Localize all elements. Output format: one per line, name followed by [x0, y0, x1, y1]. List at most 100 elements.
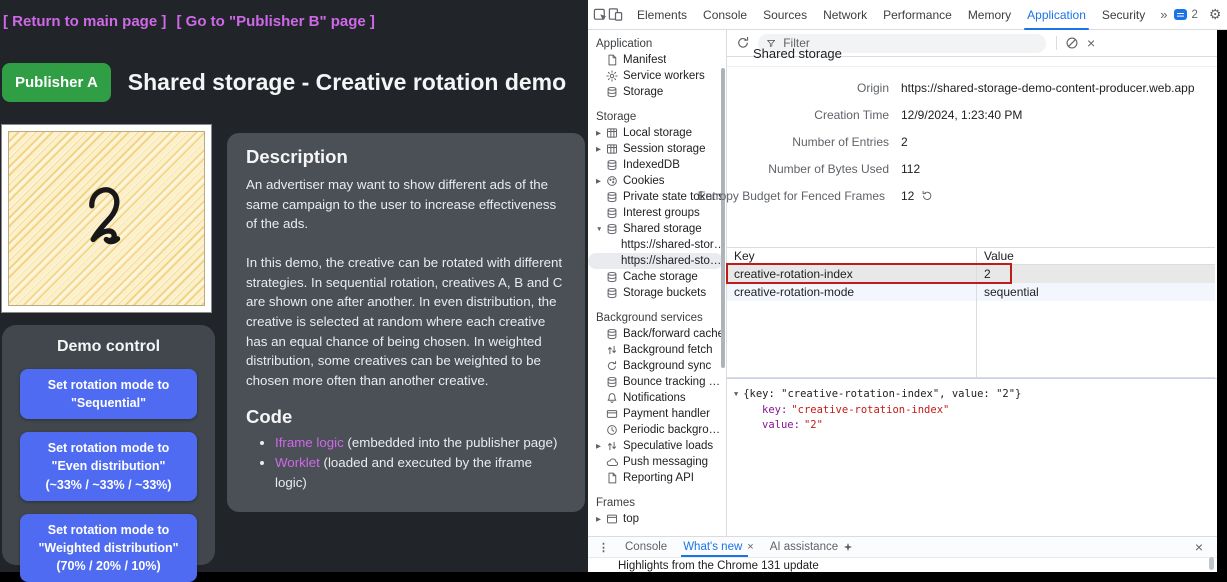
drawer-scrollbar[interactable] — [1209, 557, 1214, 570]
database-icon — [606, 271, 618, 283]
sidebar-item-shared-storage-origin-2-selected[interactable]: https://shared-storage… — [588, 253, 723, 269]
sidebar-item-periodic-background-sync[interactable]: Periodic backgroun… — [588, 422, 726, 438]
sidebar-item-cache-storage[interactable]: Cache storage — [588, 269, 726, 285]
sidebar-item-shared-storage-origin-1[interactable]: https://shared-storage… — [588, 237, 726, 253]
list-item: Iframe logic (embedded into the publishe… — [275, 433, 566, 453]
more-tabs-icon[interactable]: » — [1153, 7, 1174, 22]
inspect-element-icon[interactable] — [593, 7, 608, 22]
issues-counter[interactable]: 2 — [1174, 9, 1197, 21]
chevron-right-icon[interactable]: ▶ — [596, 177, 606, 185]
database-icon — [606, 191, 618, 203]
demo-control-panel: Demo control Set rotation mode to "Seque… — [2, 325, 215, 565]
tab-network[interactable]: Network — [815, 0, 875, 30]
device-toolbar-icon[interactable] — [608, 7, 623, 22]
demo-control-title: Demo control — [20, 338, 197, 356]
sidebar-item-manifest[interactable]: Manifest — [588, 52, 726, 68]
worklet-link[interactable]: Worklet — [275, 455, 320, 470]
table-icon — [606, 127, 618, 139]
sidebar-item-shared-storage[interactable]: ▼Shared storage — [588, 221, 726, 237]
sidebar-item-background-sync[interactable]: Background sync — [588, 358, 726, 374]
sidebar-item-push-messaging[interactable]: Push messaging — [588, 454, 726, 470]
drawer-tab-whats-new[interactable]: What's new × — [675, 537, 762, 557]
sidebar-item-reporting-api[interactable]: Reporting API — [588, 470, 726, 486]
sidebar-item-storage[interactable]: Storage — [588, 84, 726, 100]
sidebar-item-bounce-tracking[interactable]: Bounce tracking miti… — [588, 374, 726, 390]
sidebar-item-payment-handler[interactable]: Payment handler — [588, 406, 726, 422]
sidebar-item-storage-buckets[interactable]: Storage buckets — [588, 285, 726, 301]
column-divider[interactable] — [976, 248, 977, 377]
set-sequential-button[interactable]: Set rotation mode to "Sequential" — [20, 369, 197, 419]
description-panel: Description An advertiser may want to sh… — [227, 133, 585, 512]
tab-memory[interactable]: Memory — [960, 0, 1019, 30]
sidebar-item-indexeddb[interactable]: IndexedDB — [588, 157, 726, 173]
tab-application[interactable]: Application — [1019, 0, 1094, 30]
ad-creative-image — [8, 131, 205, 306]
devtools-window: Elements Console Sources Network Perform… — [588, 0, 1227, 572]
meta-value: 12/9/2024, 1:23:40 PM — [889, 108, 1227, 122]
cloud-icon — [606, 456, 618, 468]
sidebar-item-interest-groups[interactable]: Interest groups — [588, 205, 726, 221]
sidebar-item-cookies[interactable]: ▶Cookies — [588, 173, 726, 189]
meta-label: Entropy Budget for Fenced Frames — [727, 189, 889, 203]
delete-all-icon[interactable]: × — [1087, 36, 1095, 50]
drawer-tab-ai-assistance[interactable]: AI assistance — [762, 537, 861, 557]
devtools-body: Application Manifest Service workers Sto… — [588, 30, 1227, 536]
sidebar-item-background-fetch[interactable]: Background fetch — [588, 342, 726, 358]
drawer-kebab-menu-icon[interactable]: ⋮ — [598, 541, 609, 554]
set-weighted-distribution-button[interactable]: Set rotation mode to "Weighted distribut… — [20, 514, 197, 582]
chevron-right-icon[interactable]: ▶ — [596, 515, 606, 523]
sidebar-item-notifications[interactable]: Notifications — [588, 390, 726, 406]
sidebar-header-application: Application — [588, 36, 726, 52]
top-nav-links: [ Return to main page ] [ Go to "Publish… — [3, 13, 381, 30]
iframe-logic-link[interactable]: Iframe logic — [275, 435, 344, 450]
chevron-right-icon[interactable]: ▶ — [596, 129, 606, 137]
chevron-right-icon[interactable]: ▶ — [596, 442, 606, 450]
table-header-row: Key Value — [727, 248, 1215, 265]
devtools-tabbar: Elements Console Sources Network Perform… — [588, 0, 1227, 30]
tab-performance[interactable]: Performance — [875, 0, 960, 30]
meta-value: 2 — [889, 135, 1227, 149]
devtools-drawer: ⋮ Console What's new × AI assistance × H… — [588, 536, 1217, 572]
close-whats-new-icon[interactable]: × — [747, 537, 753, 557]
clock-icon — [606, 424, 618, 436]
block-clear-icon[interactable] — [1065, 36, 1079, 50]
drawer-tab-console[interactable]: Console — [617, 537, 675, 557]
description-para-2: In this demo, the creative can be rotate… — [246, 253, 566, 391]
close-drawer-icon[interactable]: × — [1195, 539, 1211, 555]
refresh-icon[interactable] — [736, 36, 750, 50]
database-icon — [606, 159, 618, 171]
shared-storage-title: Shared storage — [753, 46, 842, 61]
sidebar-item-service-workers[interactable]: Service workers — [588, 68, 726, 84]
sidebar-scrollbar[interactable] — [721, 68, 725, 368]
database-icon — [606, 223, 618, 235]
return-main-page-link[interactable]: [ Return to main page ] — [3, 13, 166, 30]
sidebar-item-local-storage[interactable]: ▶Local storage — [588, 125, 726, 141]
database-icon — [606, 287, 618, 299]
code-heading: Code — [246, 406, 566, 428]
table-row[interactable]: creative-rotation-mode sequential — [727, 283, 1215, 301]
tab-sources[interactable]: Sources — [755, 0, 815, 30]
sidebar-item-back-forward-cache[interactable]: Back/forward cache — [588, 326, 726, 342]
tab-security[interactable]: Security — [1094, 0, 1153, 30]
reset-entropy-icon[interactable] — [921, 190, 933, 202]
publisher-b-link[interactable]: [ Go to "Publisher B" page ] — [177, 13, 375, 30]
database-icon — [606, 328, 618, 340]
database-icon — [606, 207, 618, 219]
set-even-distribution-button[interactable]: Set rotation mode to "Even distribution"… — [20, 432, 197, 500]
page-header: Publisher A Shared storage - Creative ro… — [2, 63, 566, 102]
key-column-header[interactable]: Key — [727, 249, 976, 263]
table-row[interactable]: creative-rotation-index 2 — [727, 265, 1215, 283]
sidebar-item-top-frame[interactable]: ▶top — [588, 511, 726, 527]
settings-gear-icon[interactable]: ⚙ — [1209, 6, 1222, 23]
sidebar-item-session-storage[interactable]: ▶Session storage — [588, 141, 726, 157]
chevron-down-icon[interactable]: ▼ — [596, 226, 606, 233]
meta-label: Number of Bytes Used — [727, 162, 889, 176]
metadata-grid: Origin https://shared-storage-demo-conte… — [727, 74, 1227, 209]
sidebar-item-speculative-loads[interactable]: ▶Speculative loads — [588, 438, 726, 454]
list-item: Worklet (loaded and executed by the ifra… — [275, 453, 566, 493]
chevron-right-icon[interactable]: ▶ — [596, 145, 606, 153]
tab-console[interactable]: Console — [695, 0, 755, 30]
object-expander-icon[interactable]: ▼ — [734, 390, 738, 398]
value-column-header[interactable]: Value — [976, 249, 1215, 263]
tab-elements[interactable]: Elements — [629, 0, 695, 30]
